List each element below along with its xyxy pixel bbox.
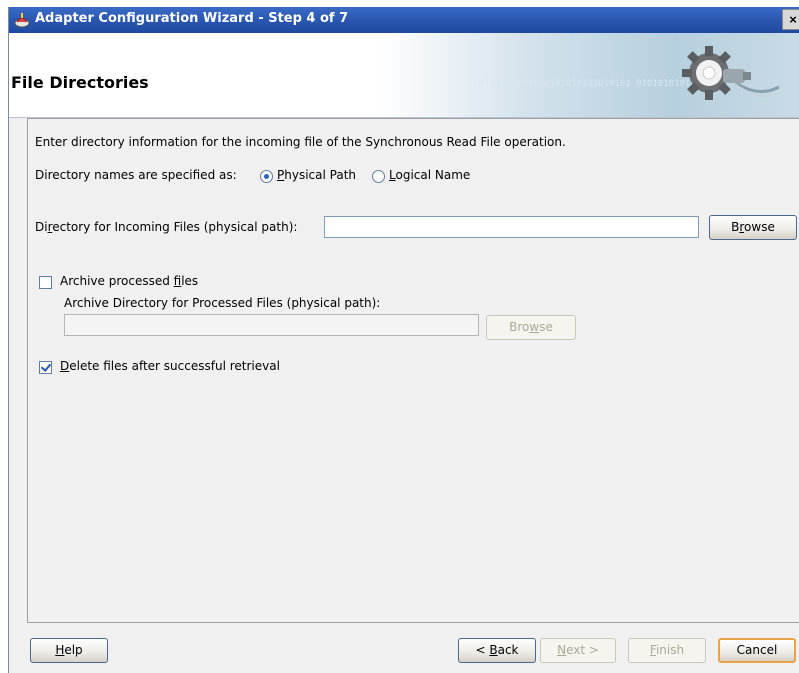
incoming-directory-input[interactable]	[324, 216, 699, 238]
close-icon: ×	[789, 12, 797, 27]
cancel-button[interactable]: Cancel	[718, 638, 796, 663]
logical-name-label[interactable]: Logical Name	[389, 168, 470, 182]
wizard-window: Adapter Configuration Wizard - Step 4 of…	[8, 7, 799, 673]
incoming-browse-button[interactable]: Browse	[709, 215, 797, 240]
archive-directory-input[interactable]	[64, 314, 479, 336]
next-button[interactable]: Next >	[540, 638, 616, 663]
archive-files-label[interactable]: Archive processed files	[60, 274, 198, 288]
incoming-directory-label: Directory for Incoming Files (physical p…	[35, 220, 298, 234]
close-button[interactable]: ×	[782, 9, 799, 30]
physical-path-label[interactable]: Physical Path	[277, 168, 356, 182]
logical-name-radio[interactable]	[372, 170, 385, 183]
intro-text: Enter directory information for the inco…	[35, 135, 566, 149]
back-button[interactable]: < Back	[458, 638, 536, 663]
delete-files-label[interactable]: Delete files after successful retrieval	[60, 359, 280, 373]
app-icon	[14, 13, 30, 28]
physical-path-radio[interactable]	[260, 170, 273, 183]
archive-browse-button[interactable]: Browse	[486, 315, 576, 340]
page-title: File Directories	[11, 73, 149, 92]
wizard-header: 0101010101010101010101010101 01010101010…	[9, 33, 799, 118]
directory-spec-label: Directory names are specified as:	[35, 168, 237, 182]
help-button[interactable]: Help	[30, 638, 108, 663]
archive-directory-label: Archive Directory for Processed Files (p…	[64, 296, 381, 310]
title-bar[interactable]: Adapter Configuration Wizard - Step 4 of…	[9, 7, 799, 33]
finish-button[interactable]: Finish	[628, 638, 706, 663]
archive-files-checkbox[interactable]	[39, 276, 52, 289]
adapter-gear-icon	[682, 46, 780, 100]
window-title: Adapter Configuration Wizard - Step 4 of…	[35, 11, 349, 26]
delete-files-checkbox[interactable]	[39, 361, 52, 374]
